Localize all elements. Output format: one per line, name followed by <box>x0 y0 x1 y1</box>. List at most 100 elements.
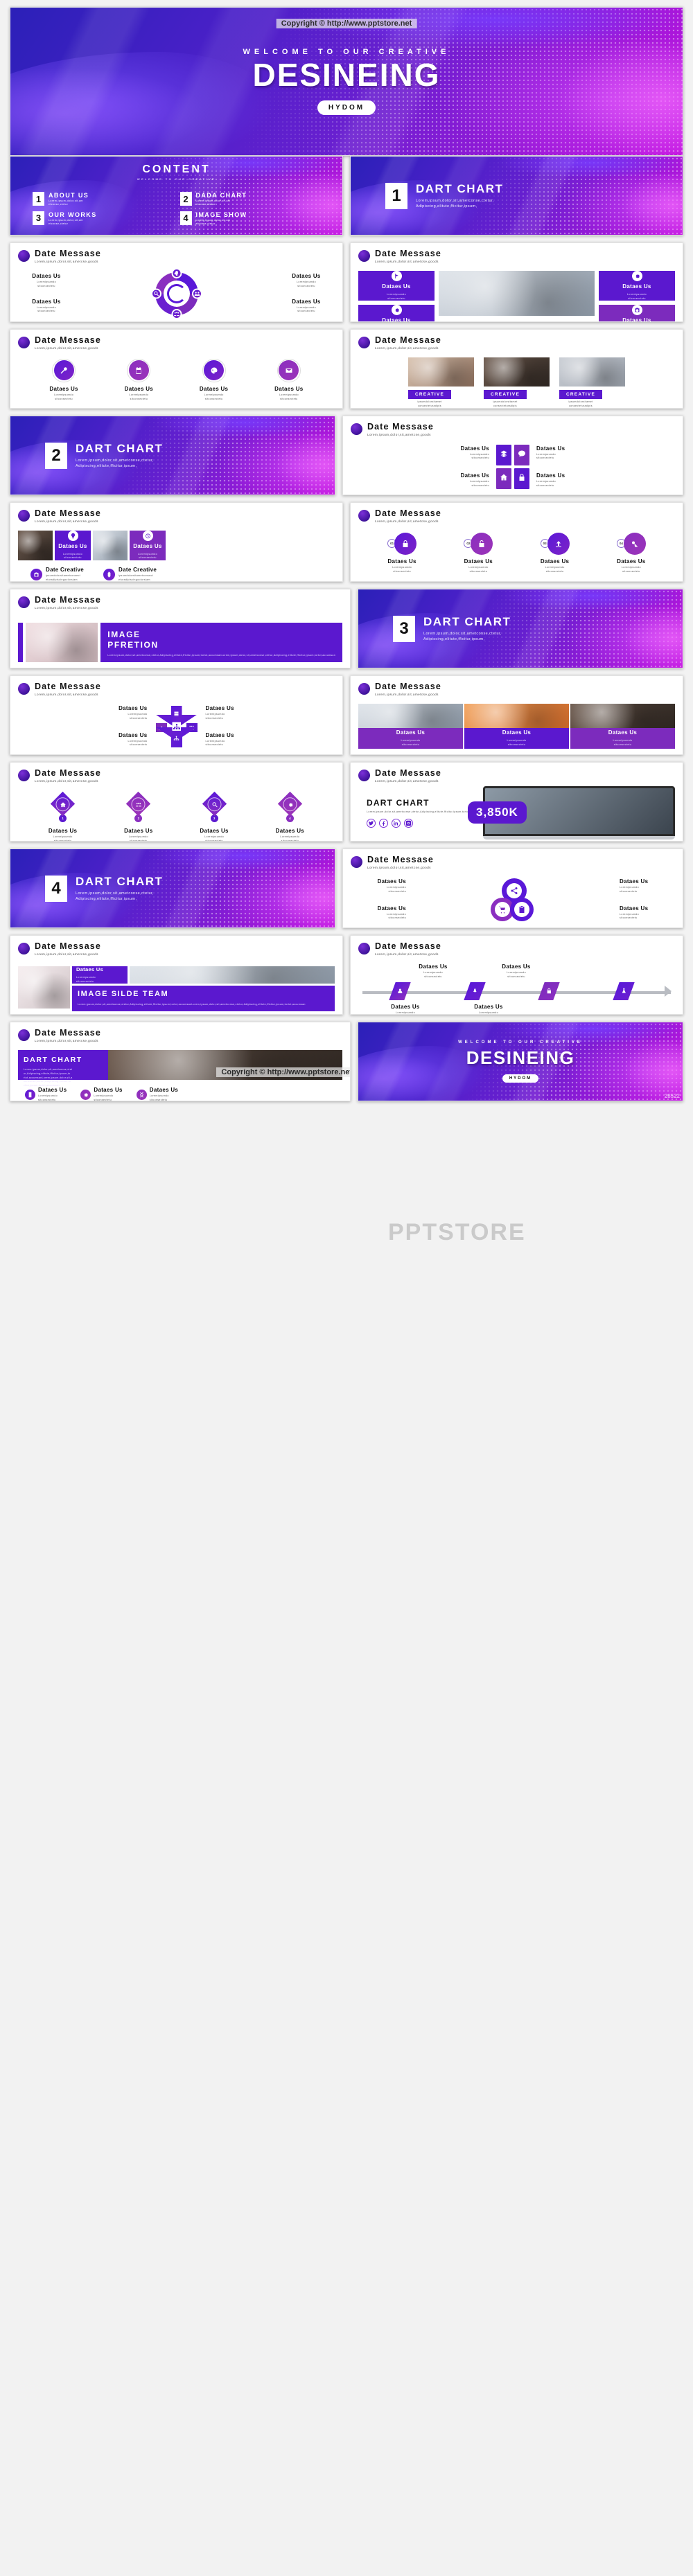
linkedin-icon[interactable] <box>392 819 401 828</box>
section-divider-1[interactable]: 1 DART CHART Lorem,ipsum,dolor,sit,ametc… <box>350 156 683 236</box>
step-circle-3[interactable]: 03 Dataes Us Loremipsumdo sitconsectetu <box>540 532 570 574</box>
team-tile[interactable]: Dataes Us Loremipsumdo sitconsectetu <box>72 966 128 984</box>
instagram-icon[interactable] <box>404 819 413 828</box>
section-divider-3[interactable]: 3 DART CHART Lorem,ipsum,dolor,sit,ametc… <box>358 589 683 668</box>
photo-strip-slide[interactable]: Date Messase Lorem,ipsum,dolor,sit,ametcs… <box>10 502 343 582</box>
tile-3[interactable]: Dataes UsLoremipsumdo sitconsectetu <box>358 305 435 321</box>
diamonds-slide[interactable]: Date Messase Lorem,ipsum,dolor,sit,ametcs… <box>10 762 343 842</box>
step-circle-1[interactable]: 01 Dataes Us Loremipsumdo sitconsectetu <box>387 532 417 574</box>
tile-1[interactable]: Dataes Us Loremipsumdo sitconsectetu <box>358 271 435 301</box>
flow-step-1[interactable] <box>389 982 411 1001</box>
cycle-label-1: Dataes Us Loremipsumdo sitconsectetu <box>32 273 61 287</box>
date-creative-1[interactable]: Date Creative ipsumdolorsitametconsect et… <box>30 567 84 581</box>
flow-step-2[interactable] <box>463 982 486 1001</box>
twitter-icon[interactable] <box>367 819 376 828</box>
content-item-4[interactable]: 4 IMAGE SHOW Lorem,ipsum,dolor,sit,am et… <box>179 211 321 226</box>
section-divider-2[interactable]: 2 DART CHART Lorem,ipsum,dolor,sit,ametc… <box>10 416 335 495</box>
portrait-card-3[interactable]: CREATIVE ipsumdolorsitamet consecteturad… <box>559 357 625 407</box>
grid-four-slide[interactable]: Date Messase Lorem,ipsum,dolor,sit,ametcs… <box>342 416 683 495</box>
image-team-title: IMAGE SILDE TEAM <box>78 990 169 999</box>
four-circles-slide[interactable]: Date Messase Lorem,ipsum,dolor,sit,ametcs… <box>10 329 343 409</box>
flow-step-3[interactable] <box>538 982 561 1001</box>
arrow-flow-slide[interactable]: Date Messase Lorem,ipsum,dolor,sit,ametcs… <box>350 935 683 1015</box>
diamond-item-3[interactable]: 3 Dataes Us Loremipsumdo sitconsectetu <box>200 791 229 841</box>
diamond-item-1[interactable]: 1 Dataes Us Loremipsumdo sitconsectetu <box>49 791 77 841</box>
three-photo-cards-slide[interactable]: Date Messase Lorem,ipsum,dolor,sit,ametcs… <box>350 675 683 755</box>
content-item-label: ABOUT US <box>49 192 89 199</box>
section-divider-4[interactable]: 4 DART CHART Lorem,ipsum,dolor,sit,ametc… <box>10 849 335 928</box>
content-overview-slide[interactable]: CONTENT WELCOME TO OUR CREATIVE 1 ABOUT … <box>10 156 343 236</box>
tile-4[interactable]: Dataes UsLoremipsumdo sitconsectetu <box>599 305 675 321</box>
dart-chart-kpi-slide[interactable]: Date Messase Lorem,ipsum,dolor,sit,ametcs… <box>350 762 683 842</box>
bottom-item-1[interactable]: Dataes Us Loremipsumdo sitconsectetu <box>25 1087 67 1101</box>
deck-row: 2 DART CHART Lorem,ipsum,dolor,sit,ametc… <box>10 416 683 495</box>
kpi-title: DART CHART <box>367 797 430 808</box>
image-team-slide[interactable]: Date Messase Lorem,ipsum,dolor,sit,ametcs… <box>10 935 343 1015</box>
rhombus-label-2: Dataes Us Loremipsumdo sitconsectetu <box>205 705 234 720</box>
step-circle-4[interactable]: 04 Dataes Us Loremipsumdo sitconsectetu <box>616 532 646 574</box>
photo-card-2[interactable]: Dataes Us Loremipsumdo sitconsectetu <box>464 704 569 749</box>
calendar-icon <box>128 360 149 381</box>
people-icon <box>171 308 182 319</box>
content-item-3[interactable]: 3 OUR WORKS Lorem,ipsum,dolor,sit,am etc… <box>33 211 173 226</box>
section-number: 3 <box>393 615 415 642</box>
diamond-item-4[interactable]: 4 Dataes Us Loremipsumdo sitconsectetu <box>276 791 304 841</box>
chat-icon <box>518 449 526 461</box>
flow-label-bottom-1: Dataes UsLoremipsumdo sitconsectetu <box>391 1004 420 1015</box>
search-icon <box>150 288 161 299</box>
photo-card-1[interactable]: Dataes Us Loremipsumdo sitconsectetu <box>358 704 463 749</box>
portrait-card-1[interactable]: CREATIVE ipsumdolorsitamet consecteturad… <box>408 357 474 407</box>
flow-step-4[interactable] <box>613 982 635 1001</box>
watermark-bottom: Copyright © http://www.pptstore.net <box>216 1067 350 1077</box>
creative-badge: CREATIVE <box>484 390 527 399</box>
portrait-card-2[interactable]: CREATIVE ipsumdolorsitamet consecteturad… <box>484 357 550 407</box>
strip-tile-2[interactable]: Dataes Us Loremipsumdo sitconsectetu <box>130 531 166 560</box>
layers-icon <box>500 449 508 461</box>
image-pfretion-desc: Lorem,ipsum,dolor,sit,ametconse,ctetur,A… <box>107 654 335 657</box>
tile-2[interactable]: Dataes Us Loremipsumdo sitconsectetu <box>599 271 675 301</box>
hero-slide[interactable]: WELCOME TO OUR CREATIVE DESINEING HYDOM … <box>10 7 683 156</box>
content-item-2[interactable]: 2 DADA CHART Lorem,ipsum,dolor,sit,am et… <box>179 192 321 207</box>
section-number: 4 <box>45 875 67 902</box>
facebook-icon[interactable] <box>379 819 388 828</box>
four-tiles-photo-slide[interactable]: Date Messase Lorem,ipsum,dolor,sit,ametc… <box>350 242 683 322</box>
circle-item-2[interactable]: Dataes Us Loremipsumdo sitconsectetu <box>125 358 153 401</box>
closing-hero-slide[interactable]: WELCOME TO OUR CREATIVE DESINEING HYDOM … <box>358 1022 683 1101</box>
bottom-item-2[interactable]: Dataes Us Loremipsumdo sitconsectetu <box>80 1087 122 1101</box>
circle-item-3[interactable]: Dataes Us Loremipsumdo sitconsectetu <box>200 358 228 401</box>
circle-item-1[interactable]: Dataes Us Loremipsumdo sitconsectetu <box>49 358 78 401</box>
grid-tile-lock[interactable] <box>514 468 529 489</box>
grid-tile-layers[interactable] <box>496 444 511 465</box>
photo-card-3[interactable]: Dataes Us Loremipsumdo sitconsectetu <box>570 704 675 749</box>
venn-label-1: Dataes Us Loremipsumdo sitconsectetu <box>377 878 406 893</box>
cycle-slide[interactable]: Date Messase Lorem,ipsum,dolor,sit,ametc… <box>10 242 343 322</box>
portraits-slide[interactable]: Date Messase Lorem,ipsum,dolor,sit,ametcs… <box>350 329 683 409</box>
header-dot-icon <box>358 683 370 695</box>
palette-icon <box>204 360 225 381</box>
portrait-photo <box>484 357 550 387</box>
deck-row: Date Messase Lorem,ipsum,dolor,sit,ametcs… <box>10 935 683 1015</box>
grid-tile-chat[interactable] <box>514 444 529 465</box>
circle-item-4[interactable]: Dataes Us Loremipsumdo sitconsectetu <box>274 358 303 401</box>
image-pfretion-slide[interactable]: Date Messase Lorem,ipsum,dolor,sit,ametcs… <box>10 589 351 668</box>
portrait-desc: ipsumdolorsitamet consecteturadipis cing… <box>568 400 593 407</box>
dart-photo-desc: Lorem,ipsum,dolor,sit,ametconse,ctet ur,… <box>24 1068 73 1087</box>
slide-header: Date Messase Lorem,ipsum,dolor,sit,ametcs… <box>358 941 675 956</box>
cycle-label-3: Dataes Us Loremipsumdo sitconsectetu <box>32 298 61 313</box>
content-item-1[interactable]: 1 ABOUT US Lorem,ipsum,dolor,sit,am etco… <box>33 192 173 207</box>
bottom-item-3[interactable]: Dataes Us Loremipsumdo sitconsectetu <box>136 1087 178 1101</box>
deck-row: Date Messase Lorem,ipsum,dolor,sit,ametcs… <box>10 675 683 755</box>
grid-tile-home[interactable] <box>496 468 511 489</box>
slide-header: Date Messase Lorem,ipsum,dolor,sit,ametcs… <box>18 508 335 523</box>
numbered-circles-slide[interactable]: Date Messase Lorem,ipsum,dolor,sit,ametcs… <box>350 502 683 582</box>
dart-chart-photo-slide[interactable]: Date Messase Lorem,ipsum,dolor,sit,ametcs… <box>10 1022 351 1101</box>
venn-slide[interactable]: Date Messase Lorem,ipsum,dolor,sit,ametcs… <box>342 849 683 928</box>
date-creative-2[interactable]: Date Creative ipsumdolorsitametconsect et… <box>103 567 157 581</box>
strip-tile-1[interactable]: Dataes Us Loremipsumdo sitconsectetu <box>55 531 91 560</box>
user-icon <box>396 988 403 995</box>
diamond-item-2[interactable]: 2 Dataes Us Loremipsumdo sitconsectetu <box>124 791 152 841</box>
slide-header: Date Messase Lorem,ipsum,dolor,sit,ametcs… <box>358 682 675 696</box>
step-circle-2[interactable]: 02 Dataes Us Loremipsumdo sitconsectetu <box>464 532 493 574</box>
rhombus-slide[interactable]: Date Messase Lorem,ipsum,dolor,sit,ametcs… <box>10 675 343 755</box>
grid-label-4: Dataes Us Loremipsumdo sitconsectetu <box>536 472 565 487</box>
